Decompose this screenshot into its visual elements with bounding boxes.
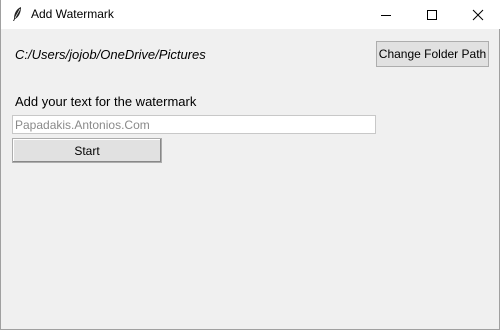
change-folder-button[interactable]: Change Folder Path [376,41,489,67]
window-title: Add Watermark [31,7,114,21]
maximize-button[interactable] [409,0,455,29]
app-window: Add Watermark C:/Users/jojob/OneDrive/Pi… [0,0,501,330]
title-bar[interactable]: Add Watermark [1,0,501,29]
folder-path-label: C:/Users/jojob/OneDrive/Pictures [15,47,206,62]
watermark-text-input[interactable] [12,115,376,134]
maximize-icon [427,9,437,20]
close-icon [472,9,484,20]
minimize-icon [381,14,391,16]
watermark-prompt-label: Add your text for the watermark [15,94,197,109]
close-button[interactable] [455,0,501,29]
feather-icon [11,6,23,22]
minimize-button[interactable] [363,0,409,29]
start-button[interactable]: Start [12,138,162,163]
